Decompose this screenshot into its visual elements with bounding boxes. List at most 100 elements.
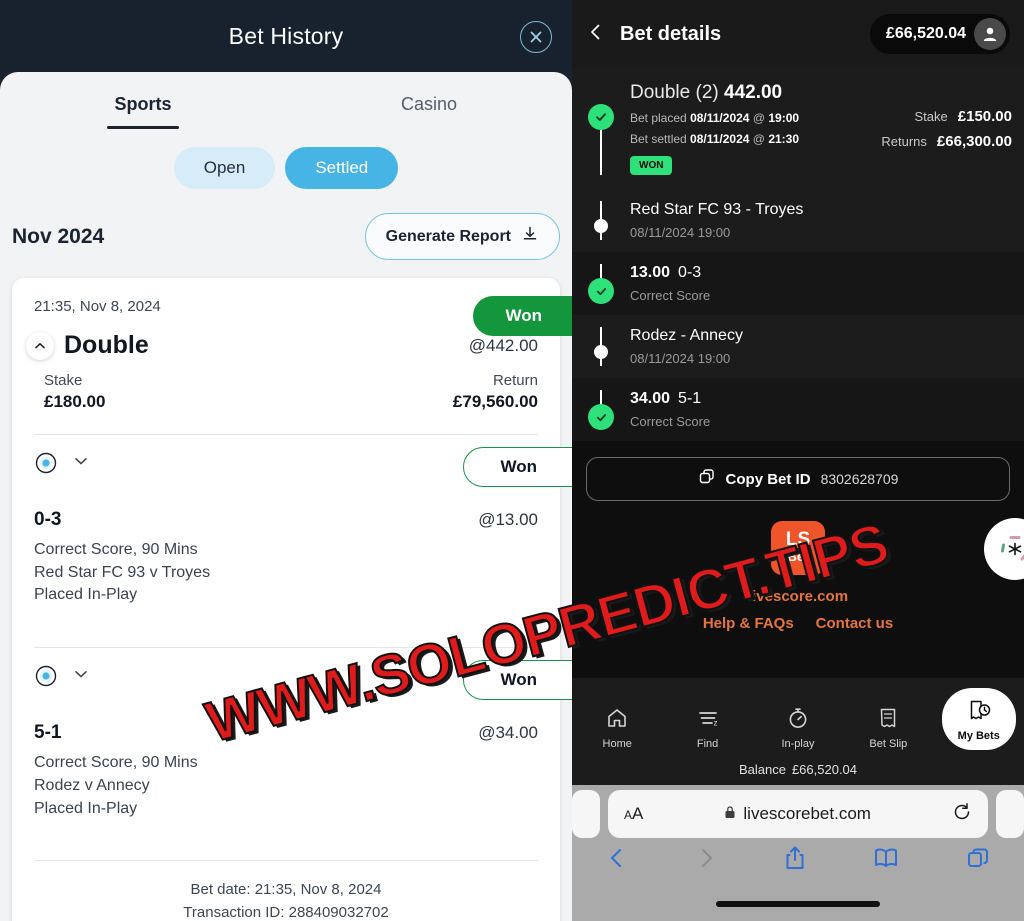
bet-details-header: Bet details £66,520.04 <box>572 0 1024 68</box>
tabs-icon[interactable] <box>966 846 990 875</box>
bet-card[interactable]: 21:35, Nov 8, 2024 Won Double @442.00 St… <box>12 278 572 921</box>
tab-home[interactable]: Home <box>580 706 654 750</box>
bet-leg-body: 34.00 5-1 Correct Score <box>630 390 1024 429</box>
bet-settled-line: Bet settled 08/11/2024 @ 21:30 <box>630 132 799 146</box>
tab-home-label: Home <box>602 738 632 750</box>
selection-note: Placed In-Play <box>34 799 138 817</box>
stake-label: Stake <box>44 372 83 389</box>
bet-summary-type: Double (2) <box>630 82 724 103</box>
stake-label: Stake <box>914 109 948 124</box>
selection-score-row: 5-1 @34.00 <box>34 722 538 744</box>
pick-odds: 13.00 <box>630 264 671 281</box>
chevron-up-icon[interactable] <box>26 331 54 360</box>
return-label: Return <box>492 372 538 389</box>
my-bets-icon <box>967 698 991 725</box>
month-row: Nov 2024 Generate Report <box>0 189 572 260</box>
text-size-button[interactable]: AAAA <box>624 804 643 824</box>
bet-leg-pick: 34.00 5-1 Correct Score <box>572 378 1024 441</box>
bet-leg-pick: 13.00 0-3 Correct Score <box>572 252 1024 315</box>
tab-find[interactable]: z Find <box>671 706 745 750</box>
event-datetime: 08/11/2024 19:00 <box>630 351 731 366</box>
lock-icon <box>724 804 736 824</box>
chevron-down-icon[interactable] <box>72 665 90 688</box>
selection-row: Won 5-1 @34.00 Correct Score, 90 Mins Ro… <box>12 648 572 838</box>
selection-odds: @34.00 <box>478 723 538 743</box>
pick-market: Correct Score <box>630 414 711 429</box>
filter-open[interactable]: Open <box>173 147 276 189</box>
selection-event: Red Star FC 93 v Troyes <box>34 563 211 581</box>
reload-icon[interactable] <box>952 802 972 827</box>
url-strip: AAAA livescorebet.com <box>572 790 1024 838</box>
selection-score: 0-3 <box>34 509 62 530</box>
bet-placed-line: Bet placed 08/11/2024 @ 19:00 <box>630 111 799 125</box>
bet-summary-left: Double (2) 442.00 Bet placed 08/11/2024 … <box>630 82 799 175</box>
url-text: livescorebet.com <box>743 804 871 823</box>
return-block: Return £79,560.00 <box>453 372 538 412</box>
bet-summary-body: Double (2) 442.00 Bet placed 08/11/2024 … <box>630 82 1024 175</box>
livescore-link[interactable]: livescore.com <box>572 588 1024 605</box>
brand-links: Help & FAQs Contact us <box>572 615 1024 632</box>
month-label: Nov 2024 <box>12 224 105 248</box>
timeline-column <box>572 82 630 175</box>
tab-casino[interactable]: Casino <box>286 94 572 129</box>
safari-chrome: AAAA livescorebet.com <box>572 785 1024 921</box>
tab-in-play[interactable]: In-play <box>761 706 835 750</box>
next-tab-edge[interactable] <box>996 790 1024 838</box>
tab-sports[interactable]: Sports <box>0 94 286 129</box>
generate-report-button[interactable]: Generate Report <box>364 213 560 260</box>
tabbar-balance-value: £66,520.04 <box>791 762 858 777</box>
selection-event: Rodez v Annecy <box>34 776 150 794</box>
bet-card-top: 21:35, Nov 8, 2024 Won <box>12 278 572 336</box>
tabbar-balance-label: Balance <box>738 762 786 777</box>
stake-block: Stake £180.00 <box>44 372 105 412</box>
balance-chip[interactable]: £66,520.04 <box>869 14 1010 54</box>
event-datetime: 08/11/2024 19:00 <box>630 225 731 240</box>
copy-bet-id-button[interactable]: Copy Bet ID 8302628709 <box>586 457 1010 501</box>
event-name: Red Star FC 93 - Troyes <box>630 201 804 218</box>
prev-tab-edge[interactable] <box>572 790 600 838</box>
stake-line: Stake £150.00 <box>881 108 1012 125</box>
lsbet-logo: LS Bet <box>771 521 825 575</box>
bet-id-value: 8302628709 <box>820 471 899 487</box>
at-symbol: @ <box>752 111 765 125</box>
chevron-left-icon[interactable] <box>586 22 606 47</box>
screenshot-root: Bet History Sports Casino Open Settled N… <box>0 0 1024 921</box>
share-icon[interactable] <box>784 845 806 876</box>
contact-us-link[interactable]: Contact us <box>816 615 894 632</box>
tab-my-bets-label: My Bets <box>957 730 1000 742</box>
receipt-icon <box>876 706 900 733</box>
return-value: £79,560.00 <box>452 392 538 411</box>
stake-value: £150.00 <box>957 108 1012 125</box>
pick-odds: 34.00 <box>630 390 671 407</box>
tab-bet-slip[interactable]: Bet Slip <box>851 706 925 750</box>
chevron-down-icon[interactable] <box>72 452 90 475</box>
bet-placed-time: 19:00 <box>768 111 800 125</box>
person-icon[interactable] <box>974 18 1006 50</box>
page-title: Bet History <box>228 22 344 49</box>
event-name: Rodez - Annecy <box>630 327 743 344</box>
back-icon[interactable] <box>606 846 628 875</box>
stopwatch-icon <box>786 706 810 733</box>
bet-leg-body: 13.00 0-3 Correct Score <box>630 264 1024 303</box>
forward-icon <box>695 846 717 875</box>
bet-history-header: Bet History <box>0 0 572 72</box>
close-icon[interactable] <box>520 21 552 53</box>
selection-row: Won 0-3 @13.00 Correct Score, 90 Mins Re… <box>12 435 572 625</box>
bet-leg-event: Red Star FC 93 - Troyes 08/11/2024 19:00 <box>572 189 1024 252</box>
download-icon <box>521 225 539 248</box>
address-bar[interactable]: AAAA livescorebet.com <box>608 790 988 838</box>
help-faqs-link[interactable]: Help & FAQs <box>703 615 794 632</box>
selection-meta: Correct Score, 90 Mins Red Star FC 93 v … <box>34 539 538 607</box>
bookmarks-icon[interactable] <box>873 846 899 875</box>
selection-score: 5-1 <box>34 722 62 744</box>
home-icon <box>605 706 629 733</box>
bottom-tabbar: Home z Find In-play Bet Slip My Bets Bal… <box>572 678 1024 785</box>
timeline-column <box>572 201 630 240</box>
filter-settled[interactable]: Settled <box>285 147 399 189</box>
selection-status-badge: Won <box>463 447 572 494</box>
bet-details-title: Bet details <box>620 22 722 45</box>
bet-summary-right: Stake £150.00 Returns £66,300.00 <box>881 82 1012 175</box>
selection-note: Placed In-Play <box>34 586 138 604</box>
copy-bet-id-label: Copy Bet ID <box>725 470 811 488</box>
tab-my-bets[interactable]: My Bets <box>941 688 1016 750</box>
